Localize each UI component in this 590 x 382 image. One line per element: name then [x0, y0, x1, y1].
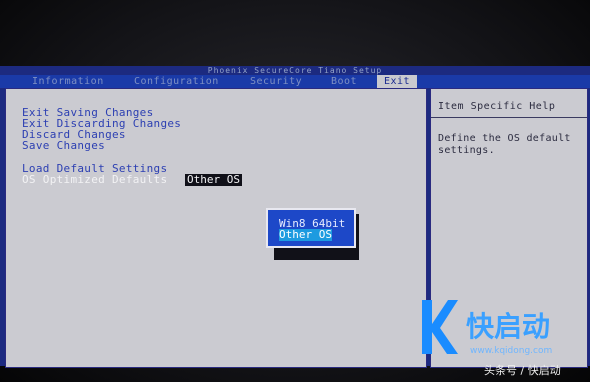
os-select-popup: Win8 64bit Other OS	[266, 208, 356, 248]
menu-configuration[interactable]: Configuration	[134, 75, 219, 88]
watermark-url: www.kqidong.com	[470, 346, 553, 356]
k-logo-icon	[422, 300, 458, 354]
save-changes[interactable]: Save Changes	[22, 140, 105, 152]
os-optimized-defaults[interactable]: OS Optimized Defaults	[22, 174, 167, 186]
menu-exit[interactable]: Exit	[377, 75, 418, 88]
os-optimized-defaults-value[interactable]: Other OS	[185, 174, 242, 186]
watermark-source: 头条号 / 快启动	[484, 364, 561, 377]
menu-boot[interactable]: Boot	[331, 75, 357, 88]
bios-menu-bar: Information Configuration Security Boot …	[0, 75, 590, 88]
menu-security[interactable]: Security	[250, 75, 302, 88]
help-text: Define the OS default settings.	[438, 133, 571, 156]
popup-option-other-os[interactable]: Other OS	[279, 229, 332, 241]
menu-information[interactable]: Information	[32, 75, 104, 88]
bios-title: Phoenix SecureCore Tiano Setup	[0, 66, 590, 75]
help-title: Item Specific Help	[438, 101, 556, 112]
watermark-brand: 快启动	[466, 310, 551, 343]
help-divider	[431, 117, 587, 118]
